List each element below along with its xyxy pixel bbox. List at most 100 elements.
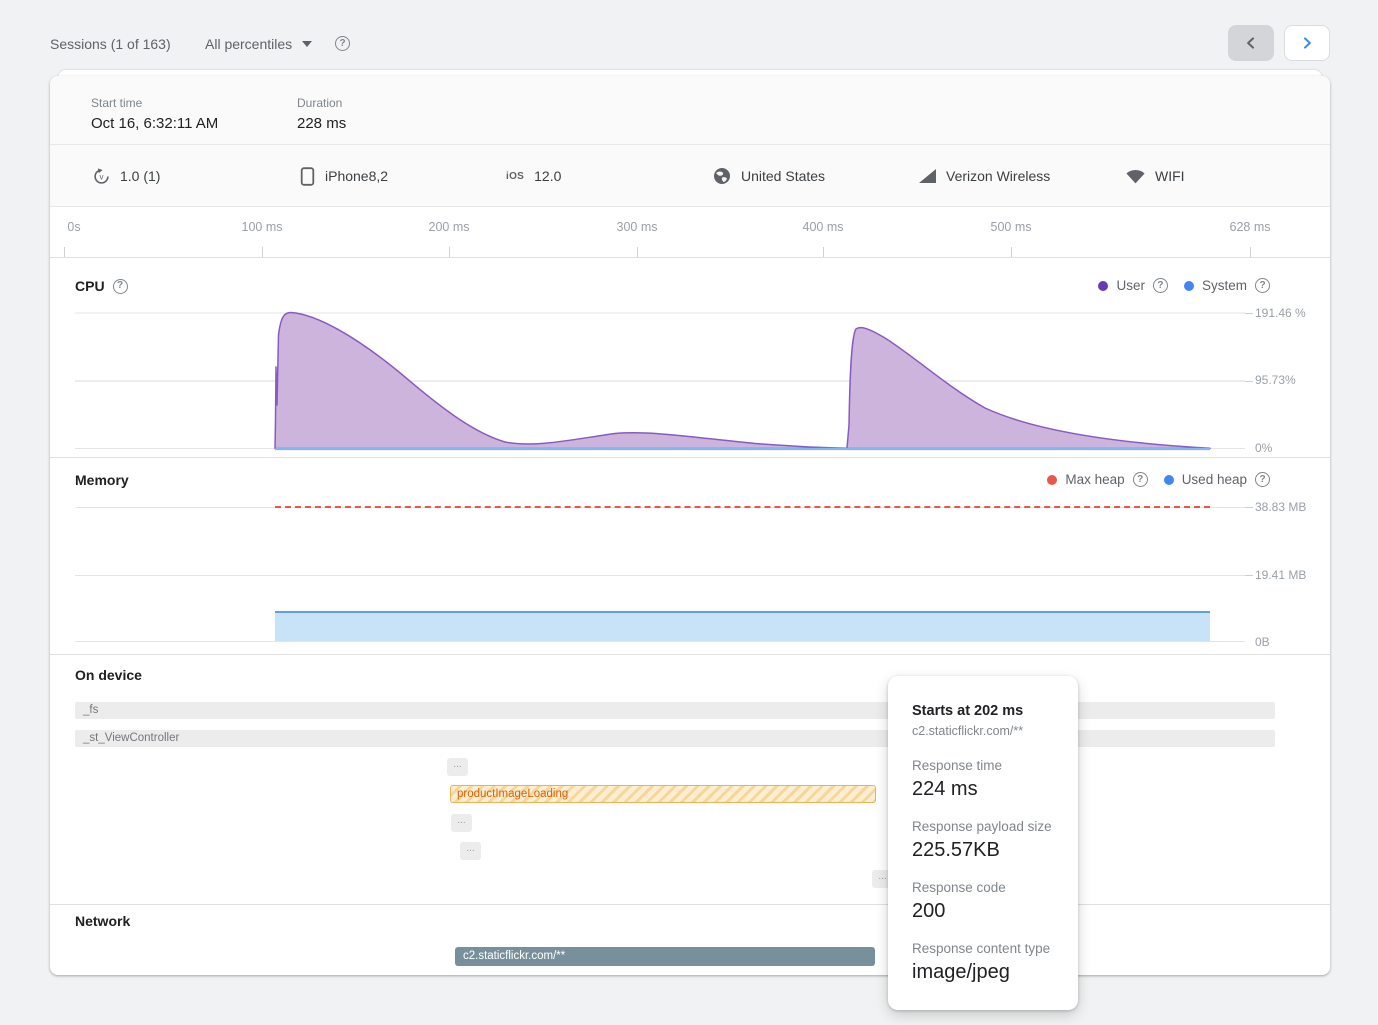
memory-used-heap-area[interactable]	[275, 611, 1210, 641]
cpu-legend-user: User ?	[1098, 278, 1168, 293]
memory-axis-zero: 0B	[1255, 635, 1309, 651]
cpu-legend-system: System ?	[1184, 278, 1270, 293]
response-content-type-value: image/jpeg	[912, 961, 1058, 984]
timeline-tick-label: 100 ms	[242, 220, 283, 234]
app-version-item: v 1.0 (1)	[93, 145, 160, 207]
network-request-tooltip: Starts at 202 ms c2.staticflickr.com/** …	[888, 676, 1078, 1010]
cpu-usage-chart[interactable]	[75, 305, 1245, 453]
trace-bar-viewcontroller[interactable]: _st_ViewController	[75, 730, 1275, 747]
country-value: United States	[741, 168, 825, 184]
network-request-bar[interactable]: c2.staticflickr.com/**	[455, 947, 875, 966]
user-legend-dot	[1098, 281, 1108, 291]
timeline-tick-label: 0s	[67, 220, 80, 234]
timeline-tick-label: 500 ms	[991, 220, 1032, 234]
percentiles-dropdown-value: All percentiles	[205, 36, 292, 52]
memory-legend: Max heap ? Used heap ?	[1047, 472, 1270, 487]
radio-item: WIFI	[1126, 145, 1185, 207]
cpu-axis-max: 191.46 %	[1255, 306, 1309, 322]
duration-group: Duration 228 ms	[297, 96, 346, 132]
collapsed-trace-marker[interactable]: ...	[447, 758, 468, 776]
device-attributes-row: v 1.0 (1) iPhone8,2 iOS 12.0	[50, 145, 1330, 207]
duration-label: Duration	[297, 96, 346, 110]
help-icon[interactable]: ?	[1255, 278, 1270, 293]
user-legend-label: User	[1116, 278, 1145, 293]
timeline-tick-label: 400 ms	[803, 220, 844, 234]
app-version-value: 1.0 (1)	[120, 168, 160, 184]
response-code-label: Response code	[912, 880, 1058, 895]
timeline-ruler: 0s 100 ms 200 ms 300 ms 400 ms 500 ms 62…	[50, 207, 1330, 258]
network-title: Network	[75, 913, 130, 929]
axis-tick	[1245, 313, 1253, 314]
start-time-group: Start time Oct 16, 6:32:11 AM	[91, 96, 218, 132]
response-payload-label: Response payload size	[912, 819, 1058, 834]
wifi-icon	[1126, 169, 1145, 184]
carrier-value: Verizon Wireless	[946, 168, 1050, 184]
os-version-value: 12.0	[534, 168, 561, 184]
gridline	[75, 575, 1245, 576]
sessions-count-label: Sessions (1 of 163)	[50, 36, 171, 52]
session-info-row: Start time Oct 16, 6:32:11 AM Duration 2…	[50, 76, 1330, 145]
chevron-left-icon	[1241, 33, 1261, 53]
svg-text:v: v	[100, 172, 104, 181]
response-content-type-label: Response content type	[912, 941, 1058, 956]
on-device-section: On device _fs _st_ViewController ... pro…	[50, 655, 1330, 905]
performance-session-screen: Sessions (1 of 163) All percentiles ? St…	[0, 0, 1378, 1025]
axis-tick	[1245, 575, 1253, 576]
trace-bar-fs[interactable]: _fs	[75, 702, 1275, 719]
gridline	[75, 641, 1245, 642]
collapsed-trace-marker[interactable]: ...	[460, 842, 481, 860]
os-icon: iOS	[506, 171, 524, 182]
help-icon[interactable]: ?	[335, 36, 350, 51]
tooltip-title: Starts at 202 ms	[912, 703, 1058, 719]
max-heap-legend-label: Max heap	[1065, 472, 1124, 487]
axis-tick	[1245, 507, 1253, 508]
cpu-axis-mid: 95.73%	[1255, 373, 1309, 389]
help-icon[interactable]: ?	[1153, 278, 1168, 293]
trace-bar-product-image-loading[interactable]: productImageLoading	[450, 785, 876, 803]
axis-tick	[1245, 381, 1253, 382]
memory-section: Memory Max heap ? Used heap ? 3	[50, 458, 1330, 655]
memory-axis-max: 38.83 MB	[1255, 500, 1309, 516]
os-item: iOS 12.0	[506, 145, 561, 207]
collapsed-trace-marker[interactable]: ...	[451, 814, 472, 832]
cpu-section-header: CPU ?	[75, 278, 128, 294]
timeline-tick-label: 628 ms	[1230, 220, 1271, 234]
timeline-tick-label: 200 ms	[429, 220, 470, 234]
response-time-value: 224 ms	[912, 778, 1058, 801]
country-item: United States	[713, 145, 825, 207]
network-section: Network c2.staticflickr.com/**	[50, 905, 1330, 975]
timeline-tick	[823, 247, 824, 257]
timeline-tick	[1250, 247, 1251, 257]
carrier-item: Verizon Wireless	[919, 145, 1050, 207]
used-heap-legend-label: Used heap	[1182, 472, 1247, 487]
response-time-label: Response time	[912, 758, 1058, 773]
cpu-axis-zero: 0%	[1255, 441, 1309, 457]
previous-session-button[interactable]	[1228, 25, 1274, 61]
app-version-icon: v	[93, 168, 110, 185]
memory-max-heap-line[interactable]	[275, 506, 1210, 508]
next-session-button[interactable]	[1284, 25, 1330, 61]
system-legend-dot	[1184, 281, 1194, 291]
cpu-section: CPU ? User ? System ?	[50, 258, 1330, 458]
memory-legend-usedheap: Used heap ?	[1164, 472, 1270, 487]
help-icon[interactable]: ?	[1255, 472, 1270, 487]
timeline-tick	[449, 247, 450, 257]
timeline-tick	[262, 247, 263, 257]
on-device-header: On device	[75, 667, 142, 683]
device-model-item: iPhone8,2	[300, 145, 388, 207]
help-icon[interactable]: ?	[113, 279, 128, 294]
system-legend-label: System	[1202, 278, 1247, 293]
network-header: Network	[75, 913, 130, 929]
max-heap-legend-dot	[1047, 475, 1057, 485]
device-model-value: iPhone8,2	[325, 168, 388, 184]
timeline-tick	[637, 247, 638, 257]
start-time-label: Start time	[91, 96, 218, 110]
percentiles-dropdown[interactable]: All percentiles	[203, 33, 314, 55]
response-code-value: 200	[912, 900, 1058, 923]
timeline-tick	[64, 247, 65, 257]
radio-value: WIFI	[1155, 168, 1185, 184]
tooltip-url: c2.staticflickr.com/**	[912, 724, 1058, 738]
start-time-value: Oct 16, 6:32:11 AM	[91, 115, 218, 132]
help-icon[interactable]: ?	[1133, 472, 1148, 487]
memory-section-header: Memory	[75, 472, 129, 488]
